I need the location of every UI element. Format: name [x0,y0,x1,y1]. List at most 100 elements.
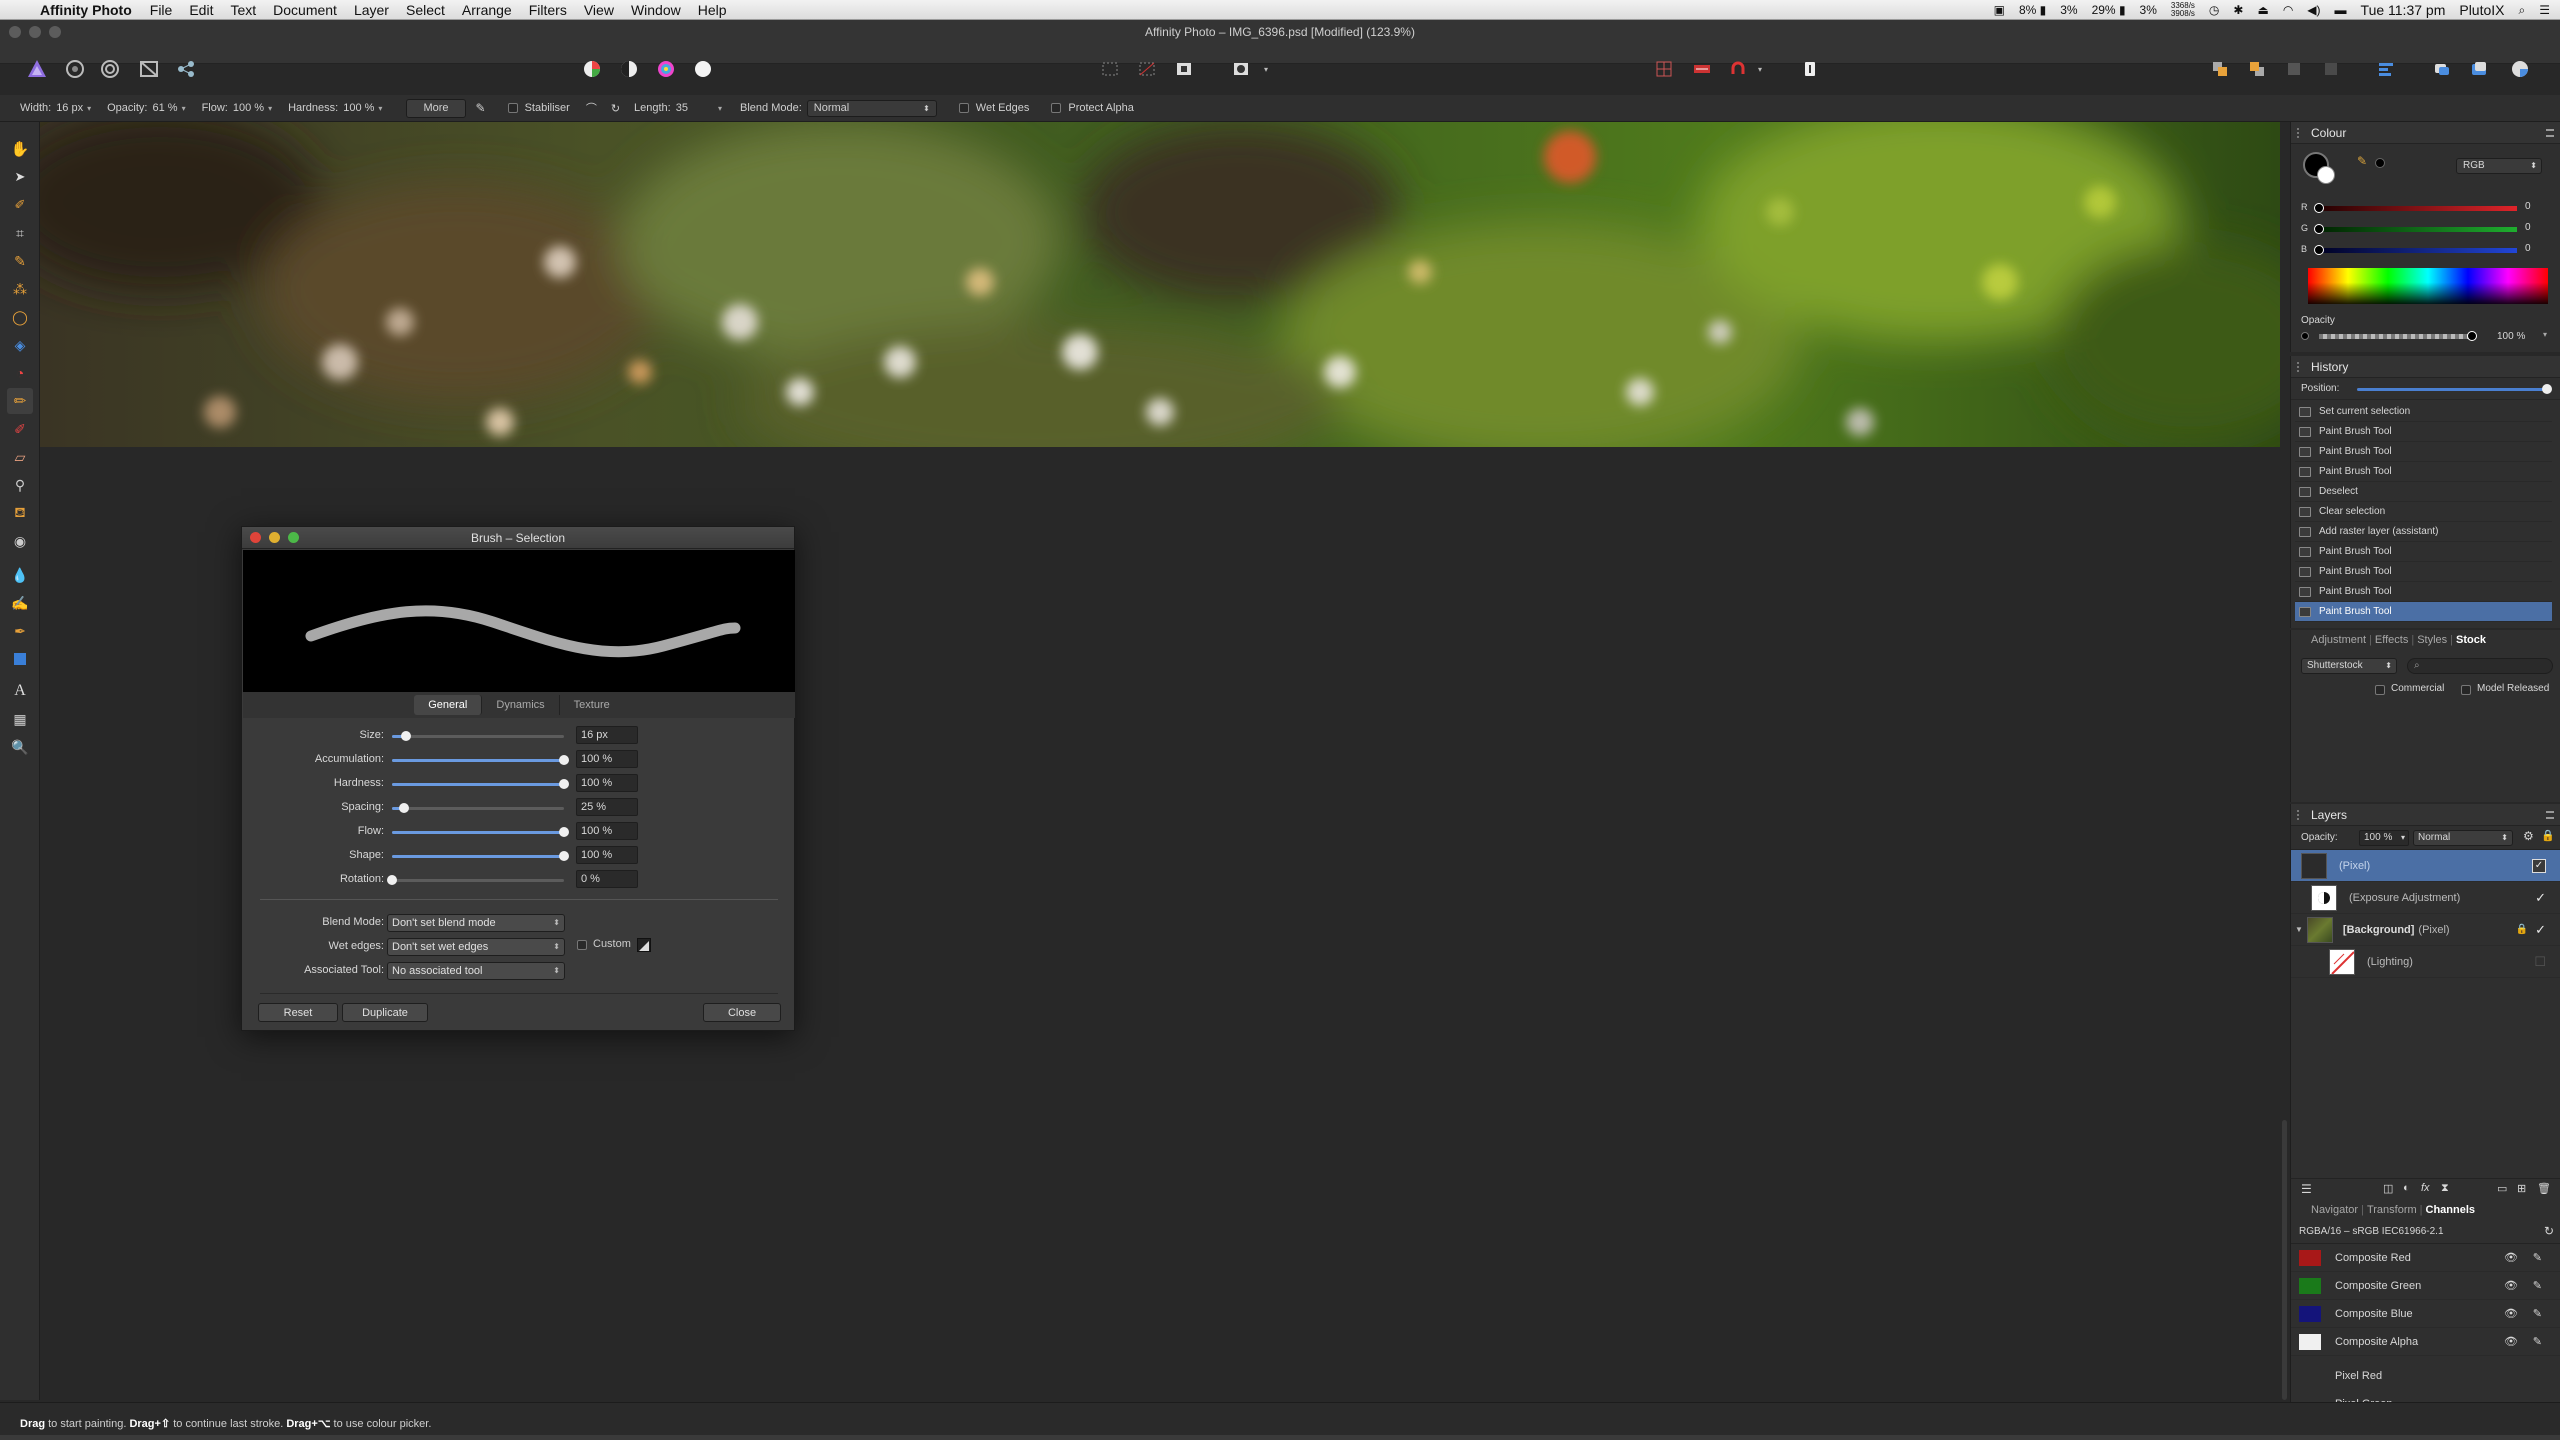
deselect-icon[interactable] [1137,59,1157,79]
dialog-minimize-button[interactable] [269,532,280,543]
eye-icon[interactable]: 👁 [2504,1251,2518,1264]
tab-transform[interactable]: Transform [2367,1204,2417,1216]
memory-meter[interactable]: 29% ▮ [2092,3,2126,17]
protect-alpha-checkbox[interactable] [1051,103,1062,113]
quick-mask-icon[interactable] [1231,59,1251,79]
tab-adjustment[interactable]: Adjustment [2311,634,2366,646]
history-item[interactable]: Paint Brush Tool [2295,442,2552,462]
history-item[interactable]: Set current selection [2295,402,2552,422]
duplicate-button[interactable]: Duplicate [342,1003,428,1022]
spotlight-icon[interactable]: ⌕ [2519,3,2526,18]
live-filter-icon[interactable]: ⧗ [2441,1182,2449,1195]
cpu-meter-2[interactable]: 3% [2060,3,2077,17]
tab-styles[interactable]: Styles [2417,634,2447,646]
pixel-channel-row[interactable]: Pixel Green [2291,1390,2560,1402]
layer-visibility-checkbox[interactable]: ✓ [2535,890,2546,906]
rope-mode-icon[interactable]: ⌒ [586,100,597,116]
colour-replacement-tool-icon[interactable]: ✐ [7,416,33,442]
select-all-icon[interactable] [1100,59,1120,79]
layers-stack-icon[interactable]: ☰ [2301,1182,2312,1196]
width-field[interactable]: 16 px [56,102,83,114]
auto-white-balance-icon[interactable] [693,59,713,79]
tab-navigator[interactable]: Navigator [2311,1204,2358,1216]
menu-view[interactable]: View [584,2,614,18]
develop-persona-icon[interactable] [97,56,123,82]
history-item[interactable]: Paint Brush Tool [2295,542,2552,562]
dodge-tool-icon[interactable]: ⚲ [7,472,33,498]
flood-fill-tool-icon[interactable]: ◈ [7,332,33,358]
layer-blend-select[interactable]: Normal ⬍ [2413,830,2513,846]
color-picker-tool-icon[interactable]: ✐ [7,192,33,218]
edit-channel-icon[interactable]: ✎ [2533,1279,2542,1292]
eye-icon[interactable]: 👁 [2504,1279,2518,1292]
flow-dropdown-icon[interactable]: ▾ [268,104,272,113]
volume-icon[interactable]: ◀) [2307,3,2320,17]
param-value-field[interactable]: 100 % [576,846,638,864]
layer-visibility-checkbox[interactable]: ✓ [2532,858,2546,873]
stock-source-select[interactable]: Shutterstock ⬍ [2301,658,2397,674]
add-layer-icon[interactable]: ⊞ [2517,1182,2526,1195]
param-slider[interactable] [392,803,564,813]
stock-search-input[interactable]: ⌕ [2407,658,2553,674]
history-item[interactable]: Paint Brush Tool [2295,422,2552,442]
reset-button[interactable]: Reset [258,1003,338,1022]
channel-row[interactable]: Composite Alpha 👁 ✎ [2291,1328,2560,1356]
history-item[interactable]: Deselect [2295,482,2552,502]
colour-opacity-value[interactable]: 100 % [2497,331,2525,342]
refresh-icon[interactable]: ↻ [2544,1224,2554,1238]
invert-selection-icon[interactable] [1174,59,1194,79]
colour-opacity-dropdown-icon[interactable]: ▾ [2543,330,2547,339]
menu-document[interactable]: Document [273,2,337,18]
length-dropdown-icon[interactable]: ▾ [718,104,722,113]
paint-brush-tool-icon[interactable]: ✏ [7,388,33,414]
blend-mode-select[interactable]: Normal ⬍ [806,99,937,117]
tab-effects[interactable]: Effects [2375,634,2408,646]
studio-panel-icon[interactable] [2432,59,2452,79]
param-slider[interactable] [387,875,564,885]
green-value[interactable]: 0 [2525,222,2531,233]
layer-opacity-field[interactable]: 100 % ▾ [2359,830,2409,846]
colour-picker-icon[interactable]: ✎ [2357,154,2367,168]
wet-edges-curve-button[interactable] [637,938,651,952]
adjustment-layer-icon[interactable]: ◐ [2403,1182,2410,1194]
eye-icon[interactable]: 👁 [2504,1335,2518,1348]
param-slider-knob[interactable] [559,755,569,765]
zoom-tool-icon[interactable]: 🔍 [7,734,33,760]
move-tool-icon[interactable]: ➤ [7,164,33,190]
param-value-field[interactable]: 100 % [576,822,638,840]
param-slider[interactable] [392,731,564,741]
picked-colour-swatch[interactable] [2375,158,2385,168]
group-layer-icon[interactable]: ▭ [2497,1182,2507,1195]
fx-icon[interactable]: fx [2421,1182,2430,1194]
eye-icon[interactable]: 👁 [2504,1307,2518,1320]
layer-row-lighting[interactable]: (Lighting) ☐ [2291,946,2560,978]
bluetooth-icon[interactable]: ✱ [2233,3,2243,17]
clone-tool-icon[interactable]: ⛾ [7,500,33,526]
move-to-back-icon[interactable] [2321,59,2341,79]
edit-channel-icon[interactable]: ✎ [2533,1335,2542,1348]
history-item[interactable]: Paint Brush Tool [2295,602,2552,622]
param-slider-knob[interactable] [559,779,569,789]
menu-layer[interactable]: Layer [354,2,389,18]
liquify-persona-icon[interactable] [62,56,88,82]
mesh-warp-tool-icon[interactable]: ▦ [7,706,33,732]
menu-arrange[interactable]: Arrange [462,2,512,18]
cpu-meter[interactable]: 8% ▮ [2019,3,2046,17]
menu-file[interactable]: File [150,2,173,18]
colour-opacity-slider[interactable] [2319,331,2477,341]
history-item[interactable]: Paint Brush Tool [2295,562,2552,582]
layer-visibility-checkbox[interactable]: ☐ [2534,954,2546,970]
menu-filters[interactable]: Filters [529,2,567,18]
photo-image[interactable] [40,122,2280,447]
tab-general[interactable]: General [414,695,483,715]
panel-menu-icon[interactable] [2546,128,2554,137]
rectangle-tool-icon[interactable] [7,646,33,672]
flow-field[interactable]: 100 % [233,102,264,114]
layer-locked-icon[interactable]: 🔒 [2516,924,2528,935]
mask-overlay-icon[interactable] [1692,59,1712,79]
layer-row-background[interactable]: ▼ [Background] (Pixel) 🔒 ✓ [2291,914,2560,946]
wet-edges-checkbox[interactable] [958,103,969,113]
quick-mask-dropdown-icon[interactable]: ▾ [1260,59,1272,79]
red-slider[interactable] [2314,203,2517,213]
time-machine-icon[interactable]: ◷ [2209,3,2219,17]
